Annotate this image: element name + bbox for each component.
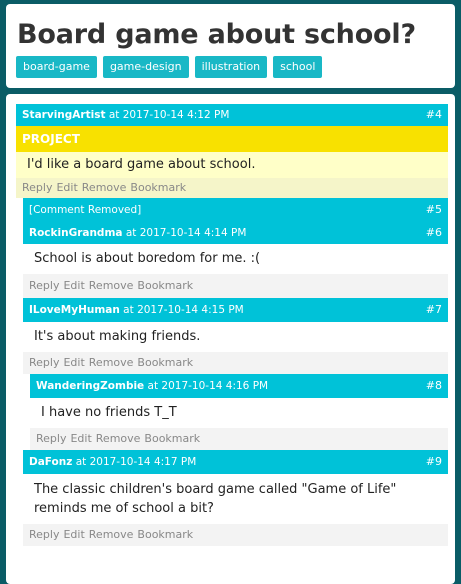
remove-link[interactable]: Remove bbox=[89, 528, 134, 541]
post-4: StarvingArtist at 2017-10-14 4:12 PM #4 … bbox=[16, 104, 448, 546]
post-header: StarvingArtist at 2017-10-14 4:12 PM #4 bbox=[16, 104, 448, 126]
post-body: I'd like a board game about school. Repl… bbox=[16, 152, 448, 198]
tag-school[interactable]: school bbox=[273, 56, 323, 78]
post-actions: Reply Edit Remove Bookmark bbox=[30, 428, 448, 450]
reply-link[interactable]: Reply bbox=[22, 181, 52, 194]
post-timestamp: at 2017-10-14 4:17 PM bbox=[72, 456, 197, 468]
post-text: The classic children's board game called… bbox=[34, 482, 397, 516]
post-timestamp: at 2017-10-14 4:15 PM bbox=[119, 304, 244, 316]
page-title: Board game about school? bbox=[17, 19, 416, 50]
post-9: DaFonz at 2017-10-14 4:17 PM #9 The clas… bbox=[23, 450, 448, 546]
replies: WanderingZombie at 2017-10-14 4:16 PM #8… bbox=[30, 374, 448, 450]
post-number[interactable]: #7 bbox=[426, 298, 442, 322]
reply-link[interactable]: Reply bbox=[29, 279, 59, 292]
bookmark-link[interactable]: Bookmark bbox=[144, 432, 200, 445]
post-5: [Comment Removed] #5 bbox=[23, 198, 448, 222]
post-author[interactable]: RockinGrandma bbox=[29, 227, 122, 239]
post-text: I have no friends T_T bbox=[41, 405, 177, 420]
post-6: RockinGrandma at 2017-10-14 4:14 PM #6 S… bbox=[23, 222, 448, 298]
post-actions: Reply Edit Remove Bookmark bbox=[23, 274, 448, 298]
remove-link[interactable]: Remove bbox=[89, 279, 134, 292]
project-badge: PROJECT bbox=[16, 126, 448, 152]
edit-link[interactable]: Edit bbox=[63, 279, 84, 292]
post-timestamp: at 2017-10-14 4:16 PM bbox=[144, 380, 269, 392]
reply-link[interactable]: Reply bbox=[36, 432, 66, 445]
post-author[interactable]: DaFonz bbox=[29, 456, 72, 468]
thread: StarvingArtist at 2017-10-14 4:12 PM #4 … bbox=[6, 94, 455, 584]
tag-game-design[interactable]: game-design bbox=[102, 56, 189, 78]
bookmark-link[interactable]: Bookmark bbox=[137, 279, 193, 292]
replies: [Comment Removed] #5 RockinGrandma at 20… bbox=[23, 198, 448, 546]
edit-link[interactable]: Edit bbox=[63, 528, 84, 541]
bookmark-link[interactable]: Bookmark bbox=[137, 356, 193, 369]
post-header: [Comment Removed] #5 bbox=[23, 198, 448, 222]
post-text: I'd like a board game about school. bbox=[27, 157, 256, 172]
post-actions: Reply Edit Remove Bookmark bbox=[16, 178, 448, 198]
remove-link[interactable]: Remove bbox=[89, 356, 134, 369]
post-author[interactable]: StarvingArtist bbox=[22, 109, 105, 121]
tag-board-game[interactable]: board-game bbox=[16, 56, 97, 78]
post-actions: Reply Edit Remove Bookmark bbox=[23, 524, 448, 546]
remove-link[interactable]: Remove bbox=[82, 181, 127, 194]
bookmark-link[interactable]: Bookmark bbox=[130, 181, 186, 194]
edit-link[interactable]: Edit bbox=[56, 181, 77, 194]
post-header: ILoveMyHuman at 2017-10-14 4:15 PM #7 bbox=[23, 298, 448, 322]
post-header: DaFonz at 2017-10-14 4:17 PM #9 bbox=[23, 450, 448, 474]
post-number[interactable]: #8 bbox=[426, 374, 442, 398]
post-7: ILoveMyHuman at 2017-10-14 4:15 PM #7 It… bbox=[23, 298, 448, 450]
post-text: It's about making friends. bbox=[34, 329, 201, 344]
post-author[interactable]: WanderingZombie bbox=[36, 380, 144, 392]
post-timestamp: at 2017-10-14 4:12 PM bbox=[105, 109, 230, 121]
post-author[interactable]: ILoveMyHuman bbox=[29, 304, 120, 316]
post-text: School is about boredom for me. :( bbox=[34, 251, 261, 266]
post-number[interactable]: #5 bbox=[426, 198, 442, 222]
tag-list: board-game game-design illustration scho… bbox=[16, 56, 445, 78]
title-card: Board game about school? board-game game… bbox=[6, 4, 455, 88]
reply-link[interactable]: Reply bbox=[29, 528, 59, 541]
edit-link[interactable]: Edit bbox=[63, 356, 84, 369]
post-8: WanderingZombie at 2017-10-14 4:16 PM #8… bbox=[30, 374, 448, 450]
post-header: WanderingZombie at 2017-10-14 4:16 PM #8 bbox=[30, 374, 448, 398]
reply-link[interactable]: Reply bbox=[29, 356, 59, 369]
post-timestamp: at 2017-10-14 4:14 PM bbox=[122, 227, 247, 239]
post-header: RockinGrandma at 2017-10-14 4:14 PM #6 bbox=[23, 222, 448, 244]
edit-link[interactable]: Edit bbox=[70, 432, 91, 445]
post-number[interactable]: #6 bbox=[426, 222, 442, 244]
post-number[interactable]: #9 bbox=[426, 450, 442, 474]
removed-comment-label: [Comment Removed] bbox=[29, 204, 142, 216]
bookmark-link[interactable]: Bookmark bbox=[137, 528, 193, 541]
post-number[interactable]: #4 bbox=[426, 104, 442, 126]
remove-link[interactable]: Remove bbox=[96, 432, 141, 445]
post-actions: Reply Edit Remove Bookmark bbox=[23, 352, 448, 374]
tag-illustration[interactable]: illustration bbox=[194, 56, 268, 78]
